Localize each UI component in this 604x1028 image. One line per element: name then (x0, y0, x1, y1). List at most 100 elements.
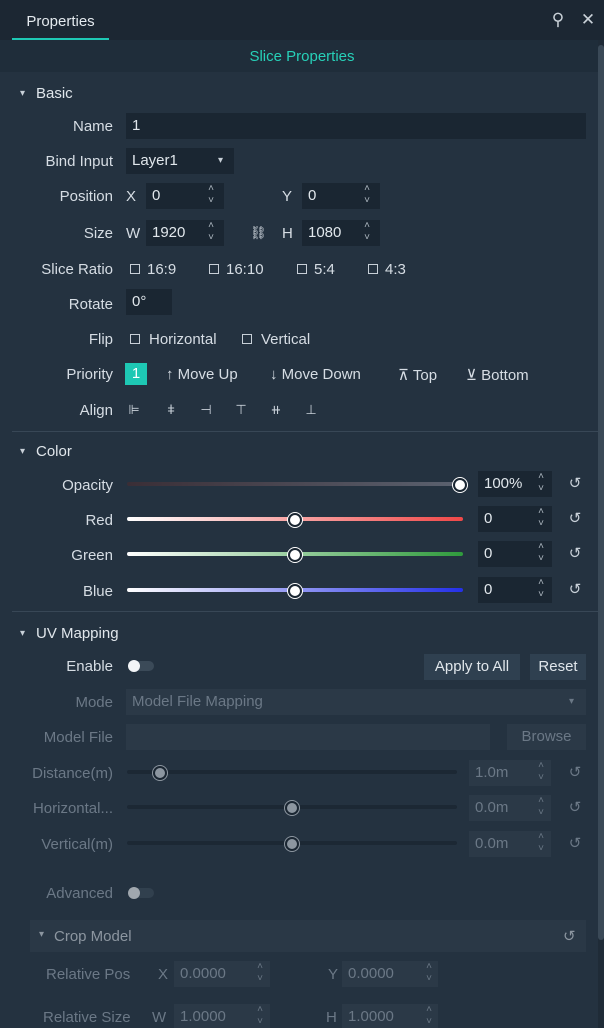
position-y-label: Y (282, 188, 293, 205)
relative-size-w-label: W (152, 1009, 167, 1026)
opacity-slider-handle[interactable] (453, 478, 467, 492)
bind-input-dropdown[interactable]: Layer1 ▾ (126, 148, 234, 174)
properties-panel: Properties ⚲ ✕ Slice Properties ▾ Basic … (0, 0, 604, 1028)
move-down-button[interactable]: ↓ Move Down (270, 366, 361, 383)
top-button[interactable]: ⊼ Top (398, 366, 437, 384)
chevron-down-icon: ▾ (20, 446, 26, 457)
chevron-down-icon: ▾ (39, 929, 45, 940)
close-icon[interactable]: ✕ (579, 11, 597, 29)
checkbox-icon (368, 264, 378, 274)
opacity-label: Opacity (62, 477, 113, 494)
position-x-stepper[interactable]: ˄ ˅ (205, 183, 217, 209)
distance-slider-track[interactable] (127, 770, 457, 774)
section-basic-title: Basic (36, 85, 73, 102)
reset-icon[interactable]: ↺ (567, 582, 583, 598)
red-slider-handle[interactable] (288, 513, 302, 527)
reset-button[interactable]: Reset (530, 654, 586, 680)
size-w-stepper[interactable]: ˄ ˅ (205, 220, 217, 246)
crop-model-header[interactable]: ▾ Crop Model ↺ (30, 920, 586, 952)
align-center-vertical-icon[interactable]: ⧺ (267, 401, 285, 419)
relative-pos-x-stepper[interactable]: ˄ ˅ (254, 961, 266, 987)
size-label: Size (83, 225, 113, 242)
toggle-knob (128, 887, 140, 899)
horizontal-slider-handle[interactable] (285, 801, 299, 815)
relative-pos-y-stepper[interactable]: ˄ ˅ (423, 961, 435, 987)
section-color-header[interactable]: ▾ Color (0, 437, 598, 467)
section-uv-mapping-header[interactable]: ▾ UV Mapping (0, 619, 598, 649)
browse-button[interactable]: Browse (507, 724, 586, 750)
checkbox-icon (297, 264, 307, 274)
red-stepper[interactable]: ˄ ˅ (535, 506, 547, 532)
opacity-stepper[interactable]: ˄ ˅ (535, 471, 547, 497)
relative-size-h-label: H (326, 1009, 337, 1026)
green-stepper[interactable]: ˄ ˅ (535, 541, 547, 567)
red-label: Red (85, 512, 113, 529)
align-center-horizontal-icon[interactable]: ǂ (162, 401, 180, 419)
enable-label: Enable (66, 658, 113, 675)
position-label: Position (59, 188, 113, 205)
crop-model-title: Crop Model (54, 928, 132, 945)
green-slider-handle[interactable] (288, 548, 302, 562)
size-w-label: W (126, 225, 141, 242)
apply-to-all-button[interactable]: Apply to All (424, 654, 520, 680)
distance-slider-handle[interactable] (153, 766, 167, 780)
reset-icon[interactable]: ↺ (567, 836, 583, 852)
mode-dropdown[interactable]: Model File Mapping ▾ (126, 689, 586, 715)
advanced-label: Advanced (46, 885, 113, 902)
checkbox-icon (130, 264, 140, 274)
advanced-toggle[interactable] (128, 887, 154, 899)
flip-label: Flip (88, 331, 113, 348)
blue-stepper[interactable]: ˄ ˅ (535, 577, 547, 603)
section-basic-header[interactable]: ▾ Basic (0, 79, 598, 109)
ratio-5-4-label: 5:4 (314, 261, 335, 278)
vertical-slider-handle[interactable] (285, 837, 299, 851)
reset-icon[interactable]: ↺ (563, 927, 576, 945)
scrollbar-thumb[interactable] (598, 45, 604, 940)
align-top-icon[interactable]: ⊤ (232, 401, 250, 419)
align-bottom-icon[interactable]: ⊥ (302, 401, 320, 419)
reset-icon[interactable]: ↺ (567, 511, 583, 527)
rotate-label: Rotate (68, 296, 113, 313)
name-input[interactable]: 1 (126, 113, 586, 139)
vertical-stepper[interactable]: ˄ ˅ (535, 831, 547, 857)
scrollbar[interactable] (598, 40, 604, 1028)
reset-icon[interactable]: ↺ (567, 800, 583, 816)
size-h-stepper[interactable]: ˄ ˅ (361, 220, 373, 246)
chevron-down-icon: ▾ (20, 628, 26, 639)
checkbox-icon (130, 334, 140, 344)
link-icon[interactable]: ⛓ (250, 225, 267, 241)
position-x-label: X (126, 188, 137, 205)
relative-pos-label: Relative Pos (46, 966, 131, 983)
vertical-label: Vertical(m) (41, 836, 113, 853)
enable-toggle[interactable] (128, 660, 154, 672)
chevron-down-icon: ▾ (20, 88, 26, 99)
toggle-knob (128, 660, 140, 672)
mode-value: Model File Mapping (132, 693, 263, 710)
align-right-icon[interactable]: ⊣ (197, 401, 215, 419)
position-y-stepper[interactable]: ˄ ˅ (361, 183, 373, 209)
reset-icon[interactable]: ↺ (567, 546, 583, 562)
unpin-icon[interactable]: ⚲ (549, 11, 567, 29)
rotate-input[interactable]: 0° (126, 289, 172, 315)
chevron-down-icon: ▾ (569, 696, 575, 707)
size-h-label: H (282, 225, 293, 242)
align-left-icon[interactable]: ⊫ (125, 401, 143, 419)
model-file-label: Model File (43, 729, 113, 746)
distance-stepper[interactable]: ˄ ˅ (535, 760, 547, 786)
bottom-button[interactable]: ⊻ Bottom (466, 366, 529, 384)
opacity-slider-track[interactable] (127, 482, 463, 486)
blue-slider-handle[interactable] (288, 584, 302, 598)
tab-properties[interactable]: Properties (12, 8, 109, 40)
green-label: Green (71, 547, 113, 564)
distance-label: Distance(m) (32, 765, 113, 782)
move-up-button[interactable]: ↑ Move Up (166, 366, 238, 383)
reset-icon[interactable]: ↺ (567, 476, 583, 492)
checkbox-icon (209, 264, 219, 274)
horizontal-stepper[interactable]: ˄ ˅ (535, 795, 547, 821)
horizontal-label: Horizontal... (32, 800, 113, 817)
reset-icon[interactable]: ↺ (567, 765, 583, 781)
relative-size-w-stepper[interactable]: ˄ ˅ (254, 1004, 266, 1028)
model-file-input[interactable] (126, 724, 490, 750)
relative-size-h-stepper[interactable]: ˄ ˅ (423, 1004, 435, 1028)
section-color-title: Color (36, 443, 72, 460)
